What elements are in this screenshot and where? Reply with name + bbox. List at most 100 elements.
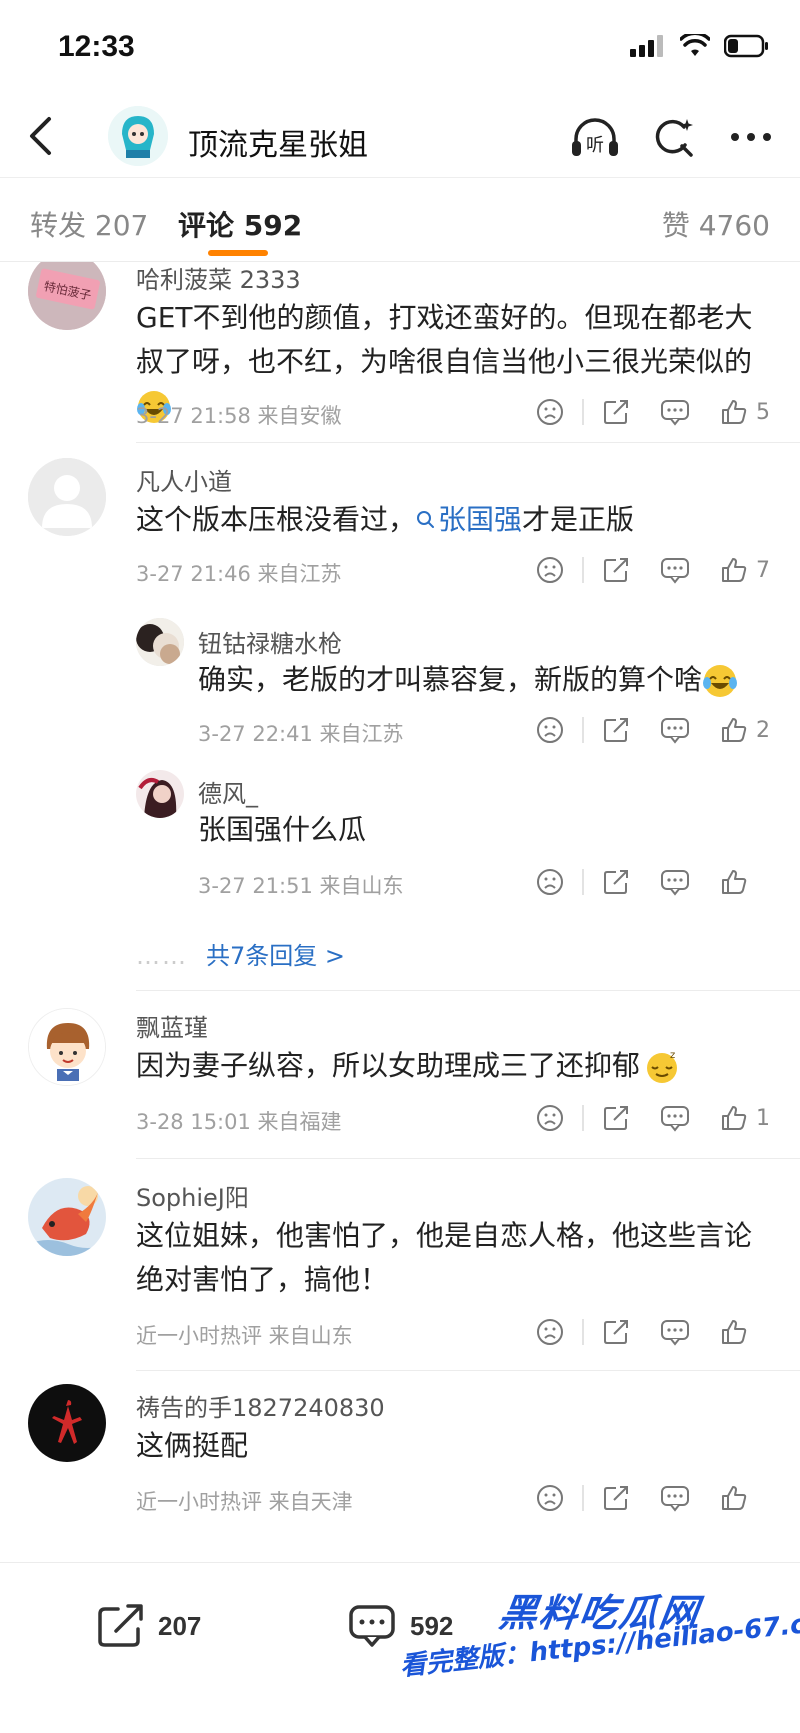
- comment-meta: 3-28 15:01 来自福建: [136, 1110, 342, 1134]
- comment-actions: [536, 1482, 772, 1514]
- tab-repost[interactable]: 转发 207: [30, 204, 148, 244]
- nav-actions: 听: [570, 112, 776, 162]
- dislike-button[interactable]: [536, 714, 564, 746]
- reply-button[interactable]: [660, 714, 690, 746]
- share-icon: [604, 1106, 628, 1130]
- reply-button[interactable]: [660, 396, 690, 428]
- divider: [582, 1105, 584, 1131]
- reply-button[interactable]: [660, 1102, 690, 1134]
- comment-icon: [661, 1486, 689, 1512]
- like-button[interactable]: 5: [720, 396, 772, 428]
- status-time: 12:33: [58, 30, 135, 63]
- listen-label: 听: [586, 135, 604, 156]
- share-button[interactable]: [602, 396, 630, 428]
- like-button[interactable]: [720, 1482, 772, 1514]
- divider: [136, 1158, 800, 1159]
- more-dots-icon: [731, 133, 771, 141]
- avatar[interactable]: [28, 1384, 106, 1462]
- reply-author[interactable]: 德风_: [198, 774, 258, 809]
- share-button[interactable]: [602, 1482, 630, 1514]
- divider: [582, 717, 584, 743]
- comment-actions: 1: [536, 1102, 772, 1134]
- listen-button[interactable]: 听: [570, 112, 620, 162]
- thumbs-up-icon: [722, 1486, 747, 1510]
- divider: [136, 442, 800, 443]
- reply-button[interactable]: [660, 1316, 690, 1348]
- comment-feed[interactable]: 特怕菠子 哈利菠菜 2333 GET不到他的颜值，打戏还蛮好的。但现在都老大叔了…: [0, 262, 800, 1562]
- tab-comment[interactable]: 评论 592: [178, 204, 302, 244]
- page-title: 顶流克星张姐: [188, 128, 368, 163]
- avatar[interactable]: [136, 770, 184, 818]
- comment-meta: 近一小时热评 来自天津: [136, 1490, 353, 1514]
- search-button[interactable]: [648, 112, 698, 162]
- thumbs-up-icon: [722, 400, 747, 424]
- default-avatar-icon: [28, 458, 106, 536]
- topic-link[interactable]: 张国强: [416, 503, 522, 536]
- account-avatar[interactable]: [108, 106, 168, 166]
- like-button[interactable]: [720, 866, 772, 898]
- share-button[interactable]: [602, 1316, 630, 1348]
- sad-face-icon: [537, 557, 563, 583]
- thumbs-up-icon: [722, 718, 747, 742]
- like-button[interactable]: [720, 1316, 772, 1348]
- dislike-button[interactable]: [536, 866, 564, 898]
- share-icon: [604, 718, 628, 742]
- comment-author[interactable]: SophieJ阳: [136, 1178, 249, 1213]
- avatar[interactable]: 特怕菠子: [28, 262, 106, 330]
- search-icon: [417, 511, 435, 528]
- thumbs-up-icon: [722, 1320, 747, 1344]
- comment-icon: [661, 400, 689, 426]
- reply-button[interactable]: [660, 1482, 690, 1514]
- more-button[interactable]: [726, 112, 776, 162]
- reply-author[interactable]: 钮钴禄糖水枪: [198, 624, 342, 659]
- comment-icon: [661, 1106, 689, 1132]
- avatar-image: [28, 1384, 106, 1462]
- divider: [582, 557, 584, 583]
- dislike-button[interactable]: [536, 1102, 564, 1134]
- comment-text: 这俩挺配: [136, 1429, 249, 1462]
- comment-text: 因为妻子纵容，所以女助理成三了还抑郁 z: [136, 1044, 776, 1088]
- comment-icon: [661, 1320, 689, 1346]
- dislike-button[interactable]: [536, 1482, 564, 1514]
- like-button[interactable]: 7: [720, 554, 772, 586]
- wifi-icon: [680, 34, 710, 56]
- dislike-button[interactable]: [536, 554, 564, 586]
- avatar[interactable]: [28, 1178, 106, 1256]
- battery-icon: [724, 34, 768, 58]
- avatar-image: 特怕菠子: [28, 262, 106, 330]
- share-button[interactable]: [602, 554, 630, 586]
- comment-author[interactable]: 哈利菠菜 2333: [136, 262, 301, 295]
- reply-meta: 3-27 21:51 来自山东: [198, 874, 404, 898]
- divider: [582, 1319, 584, 1345]
- share-button[interactable]: [602, 714, 630, 746]
- comment-icon: [661, 718, 689, 744]
- share-button[interactable]: [602, 1102, 630, 1134]
- tab-like[interactable]: 赞 4760: [662, 204, 770, 244]
- share-icon: [98, 1604, 143, 1647]
- comment-icon: [661, 558, 689, 584]
- back-button[interactable]: [18, 114, 62, 158]
- like-button[interactable]: 1: [720, 1102, 772, 1134]
- sad-face-icon: [537, 399, 563, 425]
- avatar[interactable]: [28, 458, 106, 536]
- tab-bar: 转发 207 评论 592 赞 4760: [0, 180, 800, 262]
- like-button[interactable]: 2: [720, 714, 772, 746]
- more-replies-link[interactable]: …… 共7条回复 >: [136, 936, 345, 971]
- like-count: 7: [756, 557, 770, 583]
- share-icon: [604, 870, 628, 894]
- avatar[interactable]: [136, 618, 184, 666]
- avatar[interactable]: [28, 1008, 106, 1086]
- share-button[interactable]: [602, 866, 630, 898]
- reply-button[interactable]: [660, 554, 690, 586]
- repost-button[interactable]: 207: [96, 1603, 201, 1649]
- like-count: 5: [756, 399, 770, 425]
- comment-author[interactable]: 凡人小道: [136, 462, 232, 497]
- dislike-button[interactable]: [536, 396, 564, 428]
- divider: [136, 990, 800, 991]
- dislike-button[interactable]: [536, 1316, 564, 1348]
- reply-text: 确实，老版的才叫慕容复，新版的算个啥: [198, 658, 778, 702]
- chevron-left-icon: [30, 117, 51, 155]
- comment-author[interactable]: 祷告的手1827240830: [136, 1388, 385, 1423]
- reply-button[interactable]: [660, 866, 690, 898]
- comment-author[interactable]: 飘蓝瑾: [136, 1008, 208, 1043]
